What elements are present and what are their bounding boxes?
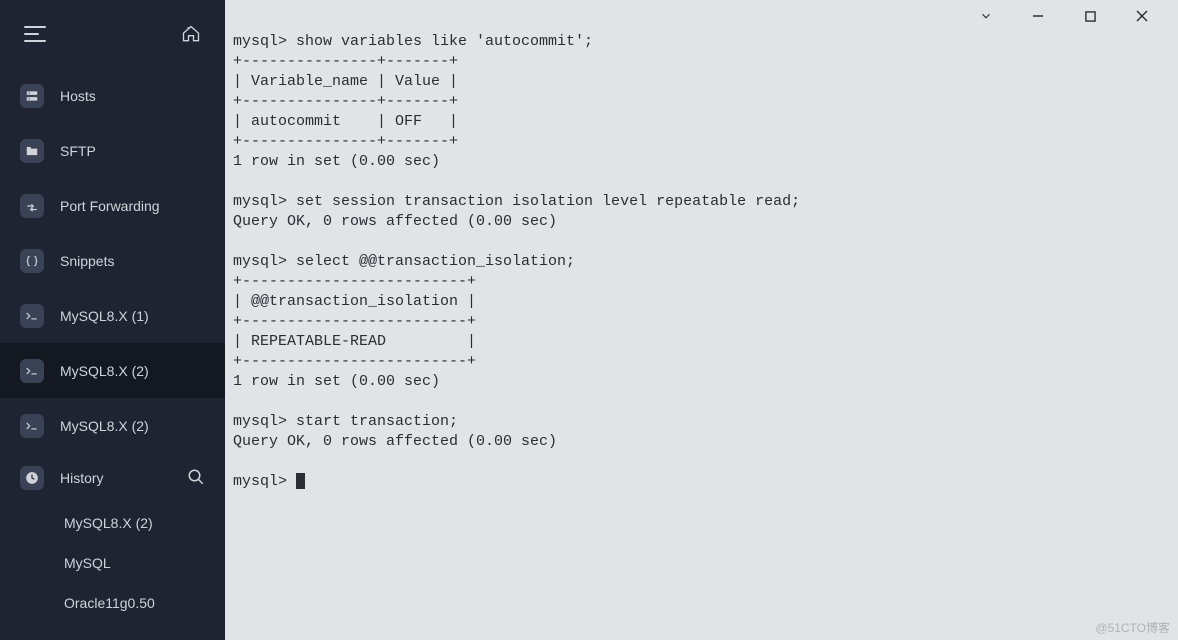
dropdown-button[interactable]: [978, 8, 994, 24]
sidebar-session-item[interactable]: MySQL8.X (1): [0, 288, 225, 343]
search-icon[interactable]: [187, 468, 205, 489]
sidebar-nav-item[interactable]: Port Forwarding: [0, 178, 225, 233]
clock-icon: [20, 466, 44, 490]
history-label: History: [60, 470, 104, 486]
minimize-button[interactable]: [1030, 8, 1046, 24]
terminal-output[interactable]: mysql> show variables like 'autocommit';…: [225, 30, 1178, 640]
sidebar-nav-item[interactable]: SFTP: [0, 123, 225, 178]
terminal-icon: [20, 414, 44, 438]
sidebar-session-item[interactable]: MySQL8.X (2): [0, 343, 225, 398]
hosts-icon: [20, 84, 44, 108]
folder-icon: [20, 139, 44, 163]
sidebar-session-label: MySQL8.X (1): [60, 308, 149, 324]
sidebar-nav-label: SFTP: [60, 143, 96, 159]
history-header: History: [0, 453, 225, 503]
sidebar-nav-label: Snippets: [60, 253, 114, 269]
main-panel: mysql> show variables like 'autocommit';…: [225, 0, 1178, 640]
terminal-icon: [20, 359, 44, 383]
terminal-cursor: [296, 473, 305, 489]
history-item[interactable]: MySQL: [0, 543, 225, 583]
braces-icon: [20, 249, 44, 273]
maximize-button[interactable]: [1082, 8, 1098, 24]
sidebar-session-label: MySQL8.X (2): [60, 363, 149, 379]
history-item[interactable]: MySQL8.X (2): [0, 503, 225, 543]
sidebar-header: [0, 0, 225, 68]
forward-icon: [20, 194, 44, 218]
sidebar-nav-item[interactable]: Hosts: [0, 68, 225, 123]
sidebar-nav-label: Hosts: [60, 88, 96, 104]
sidebar-session-item[interactable]: MySQL8.X (2): [0, 398, 225, 453]
titlebar: [225, 0, 1178, 30]
home-icon[interactable]: [181, 24, 201, 44]
menu-icon[interactable]: [24, 26, 46, 42]
sidebar-session-label: MySQL8.X (2): [60, 418, 149, 434]
terminal-icon: [20, 304, 44, 328]
watermark: @51CTO博客: [1095, 619, 1170, 636]
close-button[interactable]: [1134, 8, 1150, 24]
window-controls: [978, 8, 1178, 24]
history-item[interactable]: Oracle11g0.50: [0, 583, 225, 623]
sidebar-nav-label: Port Forwarding: [60, 198, 160, 214]
sidebar-nav-item[interactable]: Snippets: [0, 233, 225, 288]
sidebar: Hosts SFTP Port Forwarding Snippets MySQL8.…: [0, 0, 225, 640]
